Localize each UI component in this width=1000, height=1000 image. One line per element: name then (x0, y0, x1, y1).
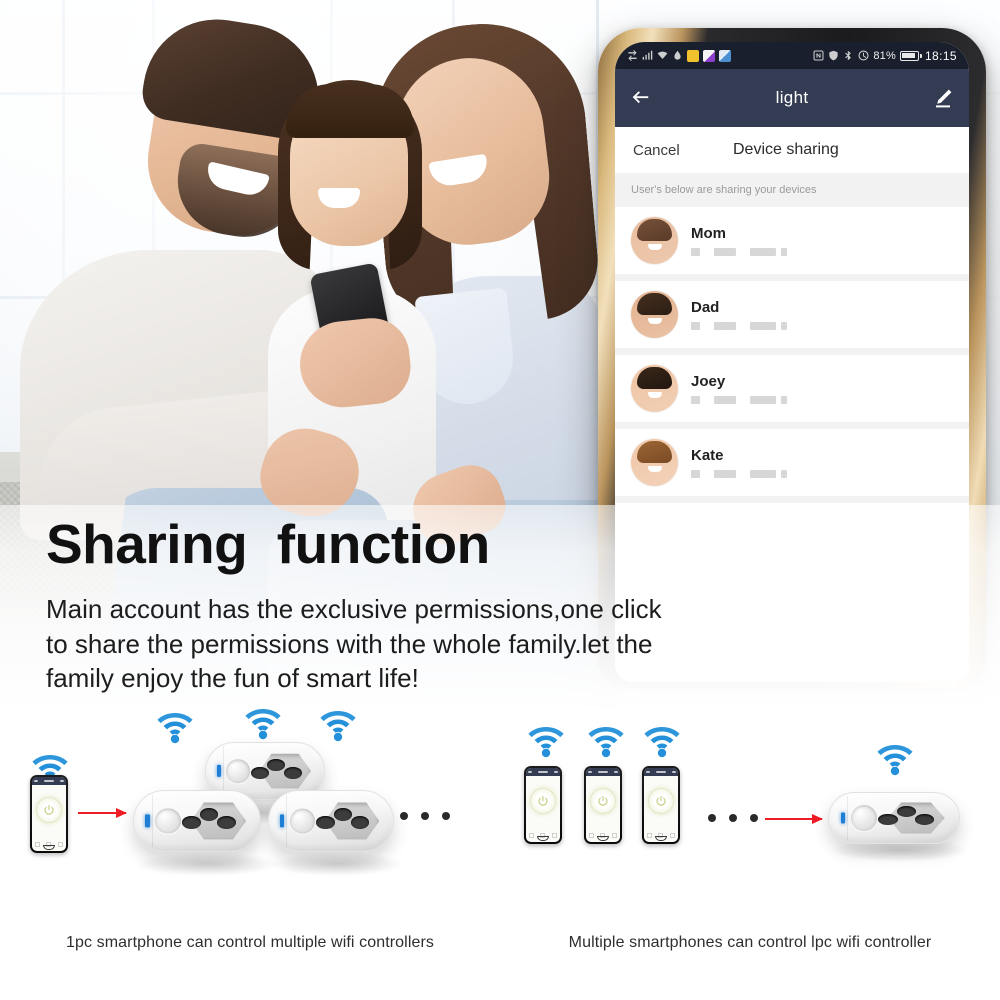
wifi-icon (657, 51, 668, 59)
avatar (631, 439, 678, 486)
page-subcopy: Main account has the exclusive permissio… (46, 594, 662, 694)
cancel-button[interactable]: Cancel (633, 142, 680, 159)
shared-user-name: Dad (691, 299, 720, 316)
power-icon (538, 795, 548, 806)
wifi-icon (528, 727, 564, 758)
shared-user-name: Mom (691, 225, 726, 242)
shared-user-row[interactable]: Joey (615, 355, 969, 429)
wifi-icon (157, 713, 193, 744)
smart-plug-illustration (828, 792, 960, 844)
shared-user-phone-masked (691, 322, 787, 330)
shared-user-name: Kate (691, 447, 724, 464)
flow-arrow (765, 818, 822, 820)
usage-diagram: 1pc smartphone can control multiple wifi… (0, 709, 1000, 1000)
ellipsis-dots (400, 812, 450, 820)
wifi-icon (588, 727, 624, 758)
signal-icon (642, 50, 653, 60)
wifi-icon (644, 727, 680, 758)
avatar (631, 217, 678, 264)
status-time: 18:15 (924, 48, 957, 63)
diagram-right: Multiple smartphones can control lpc wif… (500, 712, 1000, 1000)
nfc-icon (813, 50, 824, 61)
app-navbar: light (615, 69, 969, 127)
product-marketing-page: 81% 18:15 light Cancel Device sharing Us… (0, 0, 1000, 1000)
droplet-icon (674, 50, 681, 60)
diagram-left: 1pc smartphone can control multiple wifi… (0, 709, 500, 1000)
avatar (631, 291, 678, 338)
shared-user-row[interactable]: Kate (615, 429, 969, 503)
pencil-edit-icon[interactable] (931, 86, 955, 110)
wifi-icon (320, 711, 356, 742)
shared-user-phone-masked (691, 248, 787, 256)
app-yellow-icon (687, 49, 699, 62)
status-bar: 81% 18:15 (615, 42, 969, 69)
shared-user-row[interactable]: Dad (615, 281, 969, 355)
shared-user-name: Joey (691, 373, 726, 390)
back-arrow-icon[interactable] (629, 87, 651, 109)
app-blue-icon (719, 49, 731, 62)
smartphone-illustration (524, 766, 562, 844)
power-icon (656, 795, 666, 806)
wifi-icon (245, 709, 281, 740)
device-title: light (775, 88, 809, 107)
smart-plug-illustration (268, 790, 394, 852)
diagram-right-caption: Multiple smartphones can control lpc wif… (568, 934, 932, 951)
app-purple-icon (703, 49, 715, 62)
battery-percent: 81% (873, 49, 896, 62)
smart-plug-illustration (133, 790, 261, 852)
alarm-icon (858, 50, 869, 61)
shared-user-phone-masked (691, 396, 787, 404)
family-hero-photo: 81% 18:15 light Cancel Device sharing Us… (0, 0, 1000, 712)
ellipsis-dots (708, 814, 758, 822)
diagram-left-caption: 1pc smartphone can control multiple wifi… (65, 934, 435, 951)
shared-user-phone-masked (691, 470, 787, 478)
wifi-icon (877, 745, 913, 776)
smartphone-illustration (30, 775, 68, 853)
power-icon (44, 804, 54, 815)
flow-arrow (78, 812, 126, 814)
sharing-subtitle: User's below are sharing your devices (615, 173, 969, 207)
shield-icon (829, 50, 838, 61)
battery-icon (899, 50, 922, 61)
sync-icon (628, 50, 637, 61)
power-icon (598, 795, 608, 806)
sharing-sheet-header: Cancel Device sharing (615, 127, 969, 173)
shared-user-row[interactable]: Mom (615, 207, 969, 281)
shared-users-list: Mom Dad Joey Kate (615, 207, 969, 503)
smartphone-illustration (584, 766, 622, 844)
bluetooth-icon (845, 50, 852, 61)
sheet-title: Device sharing (733, 141, 839, 158)
avatar (631, 365, 678, 412)
page-title: Sharing function (46, 513, 490, 575)
smartphone-illustration (642, 766, 680, 844)
